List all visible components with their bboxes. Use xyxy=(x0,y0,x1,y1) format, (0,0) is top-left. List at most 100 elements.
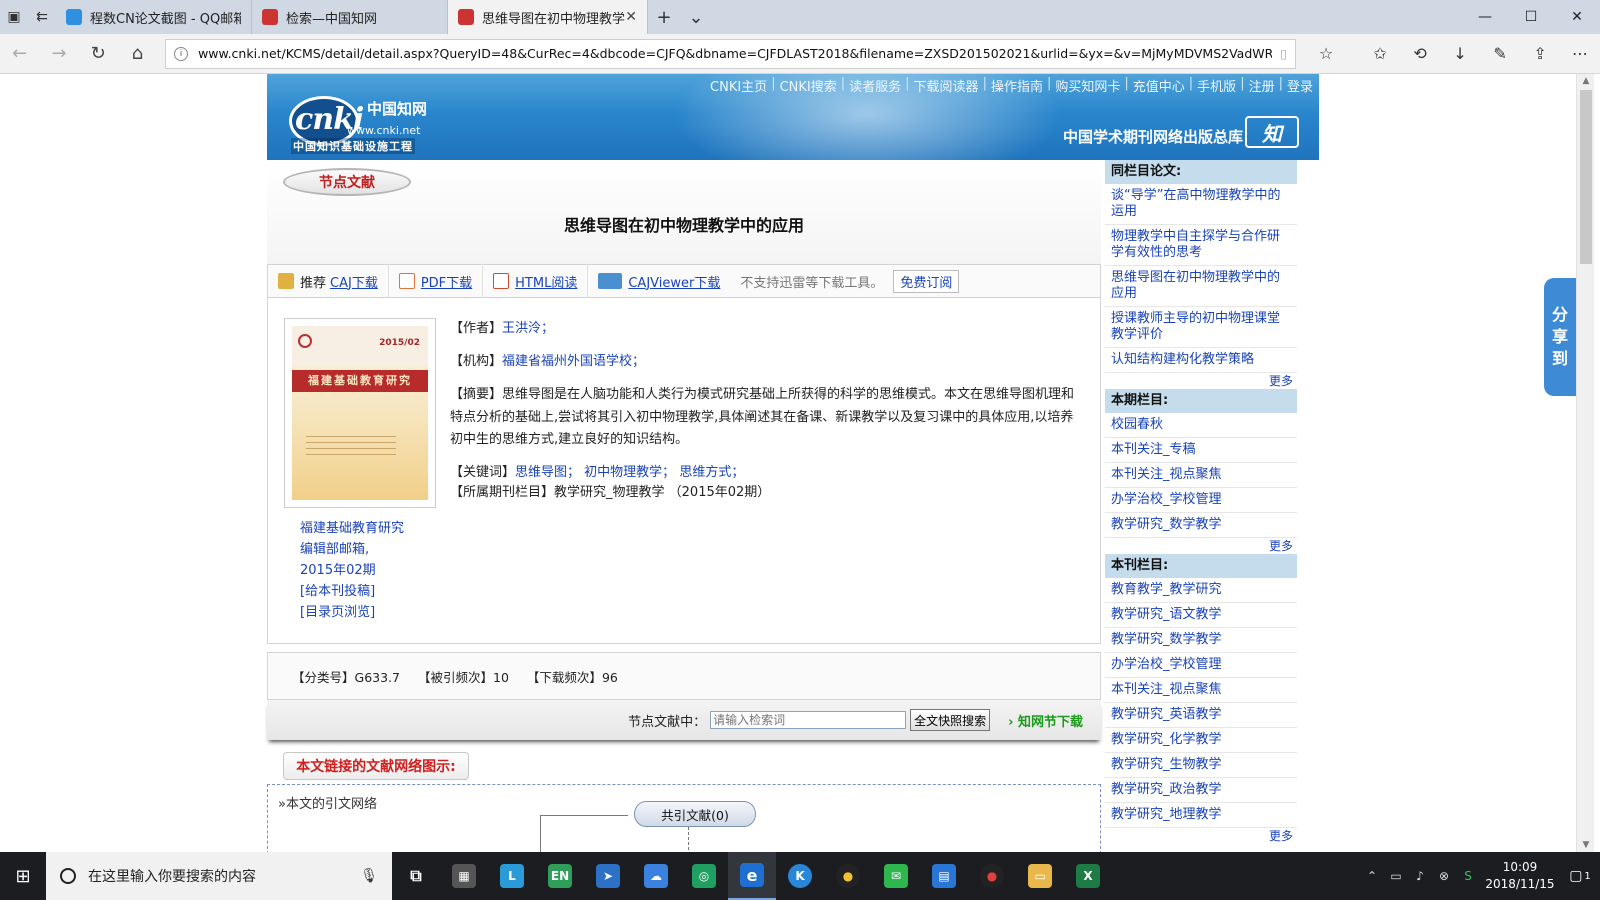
share-to-button[interactable]: 分享到 xyxy=(1544,278,1576,396)
top-link-download-reader[interactable]: 下载阅读器 xyxy=(914,76,979,96)
editor-email-link[interactable]: 编辑部邮箱, xyxy=(300,539,404,560)
pen-icon[interactable]: ✎ xyxy=(1480,34,1520,74)
tab-actions-icon[interactable]: ▣ xyxy=(0,0,28,34)
issue-column-item[interactable]: 本刊关注_专稿 xyxy=(1105,438,1297,463)
qq-icon[interactable]: ● xyxy=(824,852,872,900)
fulltext-search-button[interactable]: 全文快照搜索 xyxy=(910,709,991,731)
app-blue-grid-icon[interactable]: ▤ xyxy=(920,852,968,900)
journal-column-item[interactable]: 教学研究_化学教学 xyxy=(1105,728,1297,753)
maximize-icon[interactable]: ☐ xyxy=(1508,0,1554,34)
keyword-link[interactable]: 思维导图； xyxy=(515,465,580,480)
url-text[interactable]: www.cnki.net/KCMS/detail/detail.aspx?Que… xyxy=(198,46,1272,61)
download-icon[interactable]: ↓ xyxy=(1440,34,1480,74)
close-tab-icon[interactable]: ✕ xyxy=(625,9,637,25)
close-window-icon[interactable]: ✕ xyxy=(1554,0,1600,34)
excel-icon[interactable]: X xyxy=(1064,852,1112,900)
issue-column-item[interactable]: 办学治校_学校管理 xyxy=(1105,488,1297,513)
reading-view-icon[interactable]: ▯ xyxy=(1280,46,1287,61)
pdf-download-link[interactable]: PDF下载 xyxy=(421,272,472,291)
issue-link[interactable]: 2015年02期 xyxy=(300,560,404,581)
app-paper-plane-icon[interactable]: ➤ xyxy=(584,852,632,900)
favorites-list-icon[interactable]: ✩ xyxy=(1360,34,1400,74)
edge-browser-icon[interactable]: e xyxy=(728,852,776,900)
minimize-icon[interactable]: — xyxy=(1462,0,1508,34)
address-bar[interactable]: i www.cnki.net/KCMS/detail/detail.aspx?Q… xyxy=(165,38,1297,69)
top-link-login[interactable]: 登录 xyxy=(1287,76,1313,96)
forward-icon[interactable]: → xyxy=(39,34,78,74)
top-link-mobile[interactable]: 手机版 xyxy=(1197,76,1236,96)
journal-column-item[interactable]: 教学研究_英语教学 xyxy=(1105,703,1297,728)
scroll-down-icon[interactable]: ▼ xyxy=(1580,840,1592,850)
journal-column-item[interactable]: 教育教学_教学研究 xyxy=(1105,578,1297,603)
app-s-tray-icon[interactable]: S xyxy=(1456,869,1480,883)
journal-column-item[interactable]: 教学研究_政治教学 xyxy=(1105,778,1297,803)
set-aside-tabs-icon[interactable]: ⇇ xyxy=(28,0,56,34)
same-column-item[interactable]: 思维导图在初中物理教学中的应用 xyxy=(1105,266,1297,307)
notification-icon[interactable]: ▢ 1 xyxy=(1560,868,1600,884)
microphone-icon[interactable]: 🎙 xyxy=(360,868,378,884)
app-k-icon[interactable]: K xyxy=(776,852,824,900)
tab-qq-mail[interactable]: 程数CN论文截图 - QQ邮箱 xyxy=(56,0,252,34)
chevron-down-icon[interactable]: ⌄ xyxy=(680,0,712,34)
journal-column-item[interactable]: 办学治校_学校管理 xyxy=(1105,653,1297,678)
top-link-search[interactable]: CNKI搜索 xyxy=(780,76,837,96)
site-info-icon[interactable]: i xyxy=(174,46,189,61)
caj-download-link[interactable]: CAJ下载 xyxy=(330,272,378,291)
network-icon[interactable]: ▭ xyxy=(1384,869,1408,883)
favorite-star-icon[interactable]: ☆ xyxy=(1306,34,1346,74)
app-green-icon[interactable]: ◎ xyxy=(680,852,728,900)
page-scrollbar[interactable]: ▲ ▼ xyxy=(1576,74,1594,852)
cajviewer-download-link[interactable]: CAJViewer下载 xyxy=(628,272,720,291)
top-link-recharge[interactable]: 充值中心 xyxy=(1133,76,1185,96)
journal-column-item[interactable]: 教学研究_数学教学 xyxy=(1105,628,1297,653)
taskbar-search-box[interactable]: 在这里输入你要搜索的内容 🎙 xyxy=(46,852,392,900)
author-link[interactable]: 王洪泠； xyxy=(502,321,554,336)
submit-link[interactable]: [给本刊投稿] xyxy=(300,581,404,602)
app-l-icon[interactable]: L xyxy=(488,852,536,900)
refresh-icon[interactable]: ↻ xyxy=(79,34,118,74)
wechat-icon[interactable]: ✉ xyxy=(872,852,920,900)
same-column-item[interactable]: 谈“导学”在高中物理教学中的运用 xyxy=(1105,184,1297,225)
top-link-buy-card[interactable]: 购买知网卡 xyxy=(1055,76,1120,96)
more-link[interactable]: 更多 xyxy=(1105,828,1297,844)
task-view-icon[interactable]: ⧉ xyxy=(392,852,440,900)
keyword-link[interactable]: 思维方式； xyxy=(679,465,744,480)
tab-cnki-search[interactable]: 检索—中国知网 xyxy=(252,0,448,34)
journal-column-item[interactable]: 教学研究_地理教学 xyxy=(1105,803,1297,828)
issue-column-item[interactable]: 本刊关注_视点聚焦 xyxy=(1105,463,1297,488)
back-icon[interactable]: ← xyxy=(0,34,39,74)
co-cited-node[interactable]: 共引文献(0) xyxy=(634,801,756,827)
top-link-reader-service[interactable]: 读者服务 xyxy=(849,76,901,96)
journal-cover[interactable]: 2015/02 福建基础教育研究 xyxy=(284,318,436,508)
history-icon[interactable]: ⟲ xyxy=(1400,34,1440,74)
file-explorer-icon[interactable]: ▭ xyxy=(1016,852,1064,900)
chevron-up-icon[interactable]: ⌃ xyxy=(1360,869,1384,883)
home-icon[interactable]: ⌂ xyxy=(118,34,157,74)
volume-icon[interactable]: ♪ xyxy=(1408,869,1432,883)
new-tab-icon[interactable]: + xyxy=(648,0,680,34)
calculator-icon[interactable]: ▦ xyxy=(440,852,488,900)
more-link[interactable]: 更多 xyxy=(1105,538,1297,554)
same-column-item[interactable]: 认知结构建构化教学策略 xyxy=(1105,348,1297,373)
journal-column-item[interactable]: 本刊关注_视点聚焦 xyxy=(1105,678,1297,703)
cnki-logo[interactable]: cnki 中国知网 www.cnki.net 中国知识基础设施工程 xyxy=(289,96,439,154)
journal-name-link[interactable]: 福建基础教育研究 xyxy=(300,518,404,539)
clock[interactable]: 10:09 2018/11/15 xyxy=(1480,859,1560,893)
top-link-register[interactable]: 注册 xyxy=(1249,76,1275,96)
top-link-guide[interactable]: 操作指南 xyxy=(991,76,1043,96)
share-icon[interactable]: ⇪ xyxy=(1520,34,1560,74)
top-link-home[interactable]: CNKI主页 xyxy=(710,76,767,96)
scroll-up-icon[interactable]: ▲ xyxy=(1580,76,1592,86)
more-icon[interactable]: ⋯ xyxy=(1560,34,1600,74)
tab-article[interactable]: 思维导图在初中物理教学 ✕ xyxy=(448,0,648,34)
node-search-input[interactable] xyxy=(710,711,907,729)
app-en-icon[interactable]: EN xyxy=(536,852,584,900)
scrollbar-thumb[interactable] xyxy=(1580,90,1592,264)
journal-column-item[interactable]: 教学研究_生物教学 xyxy=(1105,753,1297,778)
same-column-item[interactable]: 授课教师主导的初中物理课堂教学评价 xyxy=(1105,307,1297,348)
issue-column-item[interactable]: 校园春秋 xyxy=(1105,413,1297,438)
stop-icon[interactable]: ⊗ xyxy=(1432,869,1456,883)
free-subscribe-button[interactable]: 免费订阅 xyxy=(893,269,960,293)
windows-start-icon[interactable]: ⊞ xyxy=(0,852,46,900)
html-read-link[interactable]: HTML阅读 xyxy=(515,272,577,291)
